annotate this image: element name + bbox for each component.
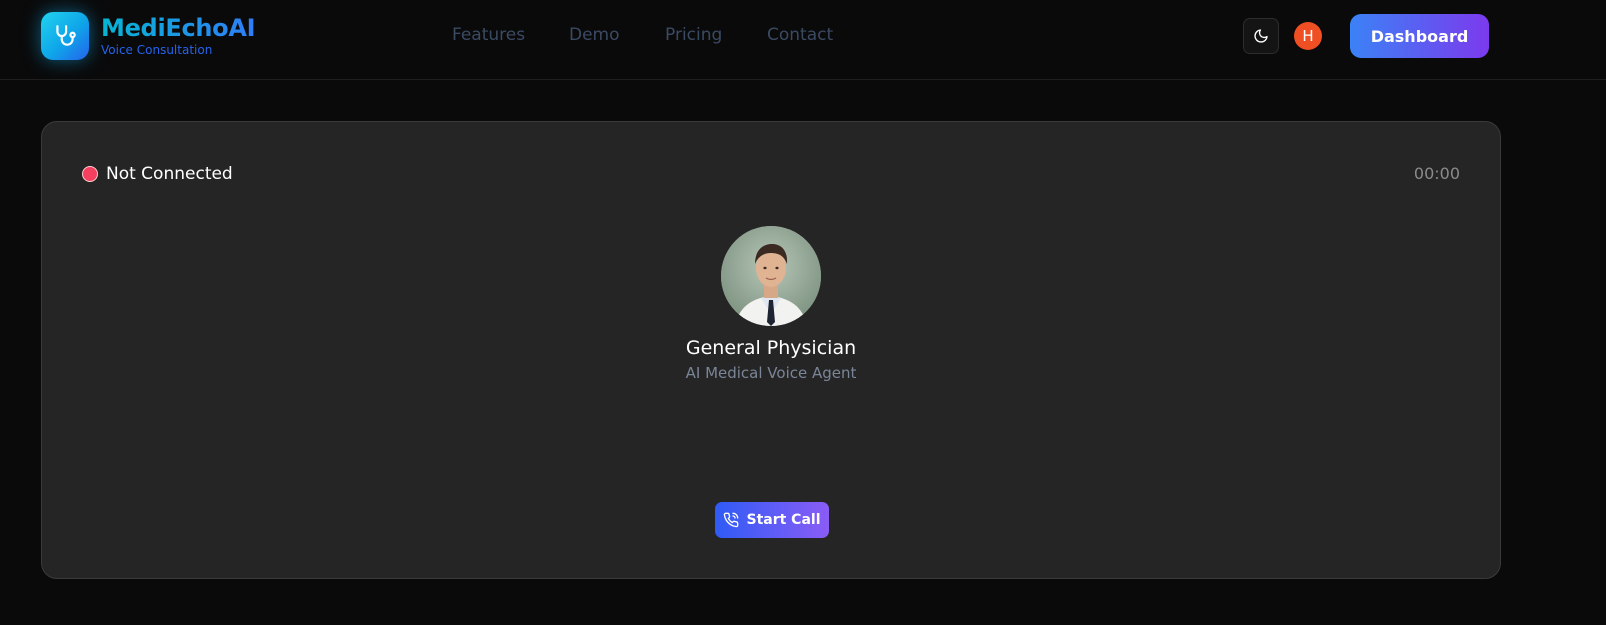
doctor-avatar — [721, 226, 821, 326]
start-call-label: Start Call — [746, 512, 821, 528]
brand-name[interactable]: MediEchoAI — [101, 14, 256, 42]
user-avatar[interactable]: H — [1294, 22, 1322, 50]
logo-badge[interactable] — [41, 12, 89, 60]
nav-link-features[interactable]: Features — [452, 25, 525, 45]
voice-call-card: Not Connected 00:00 General Physician AI… — [41, 121, 1501, 579]
nav-link-pricing[interactable]: Pricing — [665, 25, 722, 45]
brand-tagline: Voice Consultation — [101, 43, 213, 57]
doctor-portrait-image — [721, 226, 821, 326]
phone-call-icon — [724, 512, 739, 528]
nav-link-demo[interactable]: Demo — [569, 25, 620, 45]
connection-status: Not Connected — [82, 163, 233, 185]
nav-link-contact[interactable]: Contact — [767, 25, 833, 45]
status-label: Not Connected — [106, 164, 233, 184]
agent-name: General Physician — [685, 337, 857, 359]
top-header: MediEchoAI Voice Consultation Features D… — [0, 0, 1606, 80]
status-indicator-dot — [82, 166, 98, 182]
agent-role: AI Medical Voice Agent — [685, 364, 857, 382]
theme-toggle-button[interactable] — [1243, 18, 1279, 54]
start-call-button[interactable]: Start Call — [715, 502, 829, 538]
call-timer: 00:00 — [1413, 164, 1460, 183]
stethoscope-icon — [56, 25, 76, 46]
dashboard-button[interactable]: Dashboard — [1350, 14, 1489, 58]
moon-icon — [1254, 29, 1268, 43]
